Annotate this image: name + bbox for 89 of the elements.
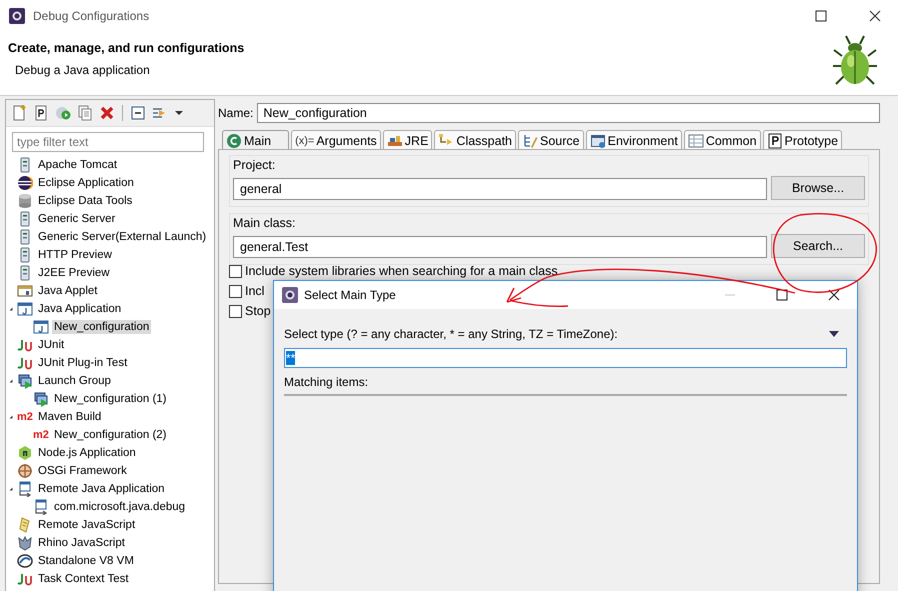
name-field[interactable]: New_configuration: [257, 103, 880, 123]
tree-item[interactable]: HTTP Preview: [36, 248, 114, 262]
checkbox[interactable]: [229, 284, 242, 298]
maven-icon: m2: [33, 429, 49, 441]
tree-item[interactable]: JUnit Plug-in Test: [36, 356, 130, 370]
rhino-icon: [17, 535, 33, 551]
engine-icon: [17, 553, 33, 569]
hexagon-icon: [17, 445, 33, 461]
maximize-icon: [815, 10, 827, 22]
name-label: Name:: [218, 106, 254, 120]
list-label: Matching items:: [284, 375, 370, 389]
app-icon: [282, 287, 298, 303]
tab[interactable]: Arguments: [316, 134, 377, 148]
crosshair-icon: [17, 463, 33, 479]
tree-item[interactable]: Apache Tomcat: [36, 158, 120, 172]
java-window-icon: [17, 301, 33, 317]
tree-item[interactable]: Launch Group: [36, 374, 113, 388]
junit-icon: [17, 355, 33, 371]
tree-item[interactable]: JUnit: [36, 338, 66, 352]
source-icon: [522, 132, 538, 148]
junit-icon: [17, 571, 33, 587]
expand-arrow-icon[interactable]: [8, 485, 14, 493]
text-field[interactable]: general.Test: [233, 236, 767, 258]
tree-item[interactable]: Rhino JavaScript: [36, 536, 127, 550]
copy-button[interactable]: [76, 104, 94, 122]
tree-item[interactable]: Eclipse Data Tools: [36, 194, 134, 208]
file-p-icon: [33, 105, 49, 121]
tree-item[interactable]: J2EE Preview: [36, 266, 112, 280]
copy-icon: [77, 105, 93, 121]
tree-item[interactable]: Remote JavaScript: [36, 518, 138, 532]
tree-item[interactable]: Maven Build: [36, 410, 104, 424]
file-plus-icon: [11, 105, 27, 121]
launch-group-icon: [17, 373, 33, 389]
search-button[interactable]: Search...: [771, 234, 865, 258]
tree-item[interactable]: New_configuration: [52, 320, 152, 334]
group-label: Main class:: [233, 216, 297, 230]
tree-item[interactable]: Task Context Test: [36, 572, 131, 586]
tree-item[interactable]: Java Applet: [36, 284, 100, 298]
collapse-icon: [130, 105, 146, 121]
window-title: Debug Configurations: [33, 9, 150, 23]
variable-icon: (x)=: [295, 134, 314, 146]
tree-item[interactable]: Java Application: [36, 302, 124, 316]
checkbox-label: Include system libraries when searching for a main class: [245, 264, 558, 278]
checkbox[interactable]: [229, 264, 242, 278]
text-field[interactable]: general: [233, 178, 767, 200]
collapse-button[interactable]: [129, 104, 147, 122]
java-window-icon: [33, 319, 49, 335]
maximize-icon: [776, 289, 788, 301]
tree-item[interactable]: Node.js Application: [36, 446, 138, 460]
group-label: Project:: [233, 158, 276, 172]
header-title: Create, manage, and run configurations: [8, 41, 246, 55]
close-icon: [869, 10, 881, 22]
maven-icon: m2: [17, 411, 33, 423]
expand-arrow-icon[interactable]: [8, 413, 14, 421]
checkbox-label: Stop: [245, 304, 271, 318]
database-icon: [17, 193, 33, 209]
tree-item[interactable]: New_configuration (2): [52, 428, 169, 442]
tree-item[interactable]: Remote Java Application: [36, 482, 167, 496]
dialog-title: Select Main Type: [304, 288, 397, 302]
app-icon: [9, 8, 25, 24]
dropdown-icon[interactable]: [829, 330, 839, 338]
tree-item[interactable]: Standalone V8 VM: [36, 554, 136, 568]
delete-icon: [99, 105, 115, 121]
delete-button[interactable]: [98, 104, 116, 122]
close-icon: [828, 289, 840, 301]
filter-field[interactable]: type filter text: [12, 132, 204, 152]
eclipse-icon: [17, 175, 33, 191]
globe-play-icon: [55, 105, 71, 121]
junit-icon: [17, 337, 33, 353]
tree-item[interactable]: OSGi Framework: [36, 464, 129, 478]
environment-icon: [590, 132, 606, 148]
remote-window-icon: [17, 481, 33, 497]
checkbox-label: Incl: [245, 284, 264, 298]
tree-item[interactable]: Generic Server: [36, 212, 118, 226]
expand-arrow-icon[interactable]: [8, 305, 14, 313]
remote-window-icon: [33, 499, 49, 515]
expand-arrow-icon[interactable]: [8, 377, 14, 385]
launch-group-icon: [33, 391, 49, 407]
tree-item[interactable]: com.microsoft.java.debug: [52, 500, 188, 514]
tree-item[interactable]: Generic Server(External Launch): [36, 230, 208, 244]
tree-item[interactable]: New_configuration (1): [52, 392, 169, 406]
pattern-field[interactable]: **: [284, 348, 847, 368]
tree-item[interactable]: Eclipse Application: [36, 176, 136, 190]
header-subtitle: Debug a Java application: [14, 63, 151, 77]
search-prompt: Select type (? = any character, * = any String, TZ = TimeZone):: [284, 327, 618, 341]
checkbox[interactable]: [229, 304, 242, 318]
applet-icon: [17, 283, 33, 299]
main-class-icon: [226, 132, 242, 148]
browse-button[interactable]: Browse...: [771, 176, 865, 200]
